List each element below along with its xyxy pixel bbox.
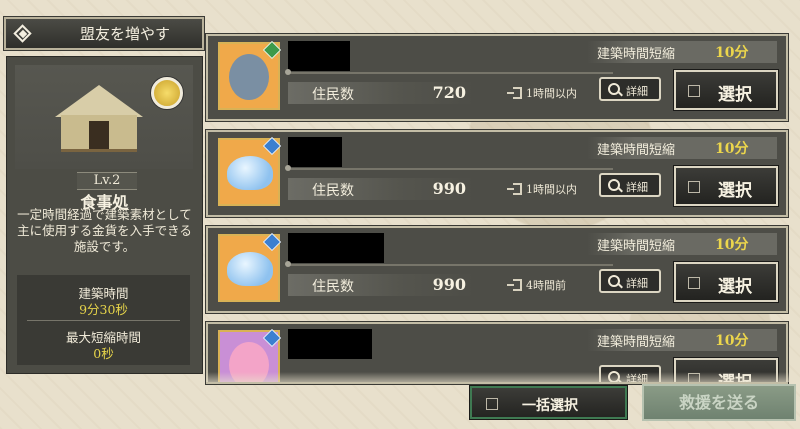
build-time-value: 9分30秒 bbox=[79, 302, 128, 317]
select-label: 選択 bbox=[718, 277, 752, 297]
bulk-select-button[interactable]: 一括選択 bbox=[469, 385, 628, 420]
time-reduction-value: 10分 bbox=[715, 45, 749, 61]
time-reduction-value: 10分 bbox=[715, 333, 749, 349]
bulk-select-label: 一括選択 bbox=[522, 398, 578, 414]
detail-label: 詳細 bbox=[626, 277, 648, 290]
magnifier-icon bbox=[608, 275, 620, 287]
detail-button[interactable]: 詳細 bbox=[599, 269, 661, 293]
time-reduction-box: 建築時間短縮 10分 bbox=[587, 233, 777, 255]
attribute-icon bbox=[262, 328, 282, 348]
checkbox-icon bbox=[688, 181, 700, 193]
build-time-box: 建築時間 9分30秒 最大短縮時間 0秒 bbox=[17, 275, 190, 365]
login-icon bbox=[507, 183, 522, 195]
diamond-icon bbox=[14, 25, 32, 43]
max-short-time-value: 0秒 bbox=[93, 346, 114, 361]
facility-description: 一定時間経過で建築素材として主に使用する金貨を入手できる施設です。 bbox=[17, 207, 192, 254]
login-icon bbox=[507, 279, 522, 291]
last-login: 4時間前 bbox=[526, 279, 566, 292]
residents-value: 990 bbox=[432, 179, 466, 198]
divider bbox=[27, 320, 180, 321]
redacted-name bbox=[288, 233, 384, 263]
checkbox-icon bbox=[486, 398, 498, 410]
page-title-plate: 盟友を増やす bbox=[3, 16, 205, 51]
time-reduction-label: 建築時間短縮 bbox=[597, 47, 676, 62]
page-title: 盟友を増やす bbox=[80, 25, 171, 43]
detail-label: 詳細 bbox=[626, 181, 648, 194]
time-reduction-label: 建築時間短縮 bbox=[597, 143, 676, 158]
attribute-icon bbox=[262, 40, 282, 60]
send-help-button[interactable]: 救援を送る bbox=[642, 384, 796, 421]
time-reduction-value: 10分 bbox=[715, 237, 749, 253]
list-fade bbox=[206, 372, 796, 382]
gold-coin-icon bbox=[151, 77, 183, 109]
time-reduction-box: 建築時間短縮 10分 bbox=[587, 41, 777, 63]
residents-label: 住民数 bbox=[312, 183, 354, 199]
attribute-icon bbox=[262, 136, 282, 156]
progress-track bbox=[285, 69, 613, 75]
redacted-name bbox=[288, 41, 350, 71]
tent-icon bbox=[55, 85, 143, 152]
checkbox-icon bbox=[688, 277, 700, 289]
detail-label: 詳細 bbox=[626, 85, 648, 98]
magnifier-icon bbox=[608, 179, 620, 191]
ally-row: 住民数 990 4時間前 建築時間短縮 10分 詳細 選択 bbox=[205, 225, 789, 314]
detail-button[interactable]: 詳細 bbox=[599, 77, 661, 101]
time-reduction-box: 建築時間短縮 10分 bbox=[587, 137, 777, 159]
ally-row: 住民数 720 1時間以内 建築時間短縮 10分 詳細 選択 bbox=[205, 33, 789, 122]
detail-button[interactable]: 詳細 bbox=[599, 173, 661, 197]
redacted-name bbox=[288, 329, 372, 359]
residents-label: 住民数 bbox=[312, 87, 354, 103]
time-reduction-value: 10分 bbox=[715, 141, 749, 157]
facility-illustration bbox=[15, 65, 193, 169]
progress-track bbox=[285, 261, 613, 267]
magnifier-icon bbox=[608, 83, 620, 95]
time-reduction-box: 建築時間短縮 10分 bbox=[587, 329, 777, 351]
slime-avatar bbox=[218, 232, 282, 302]
last-login: 1時間以内 bbox=[526, 183, 577, 196]
last-login: 1時間以内 bbox=[526, 87, 577, 100]
attribute-icon bbox=[262, 232, 282, 252]
slime-avatar bbox=[218, 136, 282, 206]
residents-label: 住民数 bbox=[312, 279, 354, 295]
residents-value: 720 bbox=[432, 83, 466, 102]
select-button[interactable]: 選択 bbox=[673, 69, 779, 111]
ally-row: 住民数 990 1時間以内 建築時間短縮 10分 詳細 選択 bbox=[205, 129, 789, 218]
wolf-avatar bbox=[218, 40, 282, 110]
redacted-name bbox=[288, 137, 342, 167]
time-reduction-label: 建築時間短縮 bbox=[597, 335, 676, 350]
select-label: 選択 bbox=[718, 85, 752, 105]
login-icon bbox=[507, 87, 522, 99]
select-label: 選択 bbox=[718, 181, 752, 201]
select-button[interactable]: 選択 bbox=[673, 165, 779, 207]
time-reduction-label: 建築時間短縮 bbox=[597, 239, 676, 254]
select-button[interactable]: 選択 bbox=[673, 261, 779, 303]
checkbox-icon bbox=[688, 85, 700, 97]
facility-level: Lv.2 bbox=[77, 172, 137, 190]
progress-track bbox=[285, 165, 613, 171]
residents-value: 990 bbox=[432, 275, 466, 294]
facility-panel: Lv.2 食事処 一定時間経過で建築素材として主に使用する金貨を入手できる施設で… bbox=[6, 56, 203, 374]
